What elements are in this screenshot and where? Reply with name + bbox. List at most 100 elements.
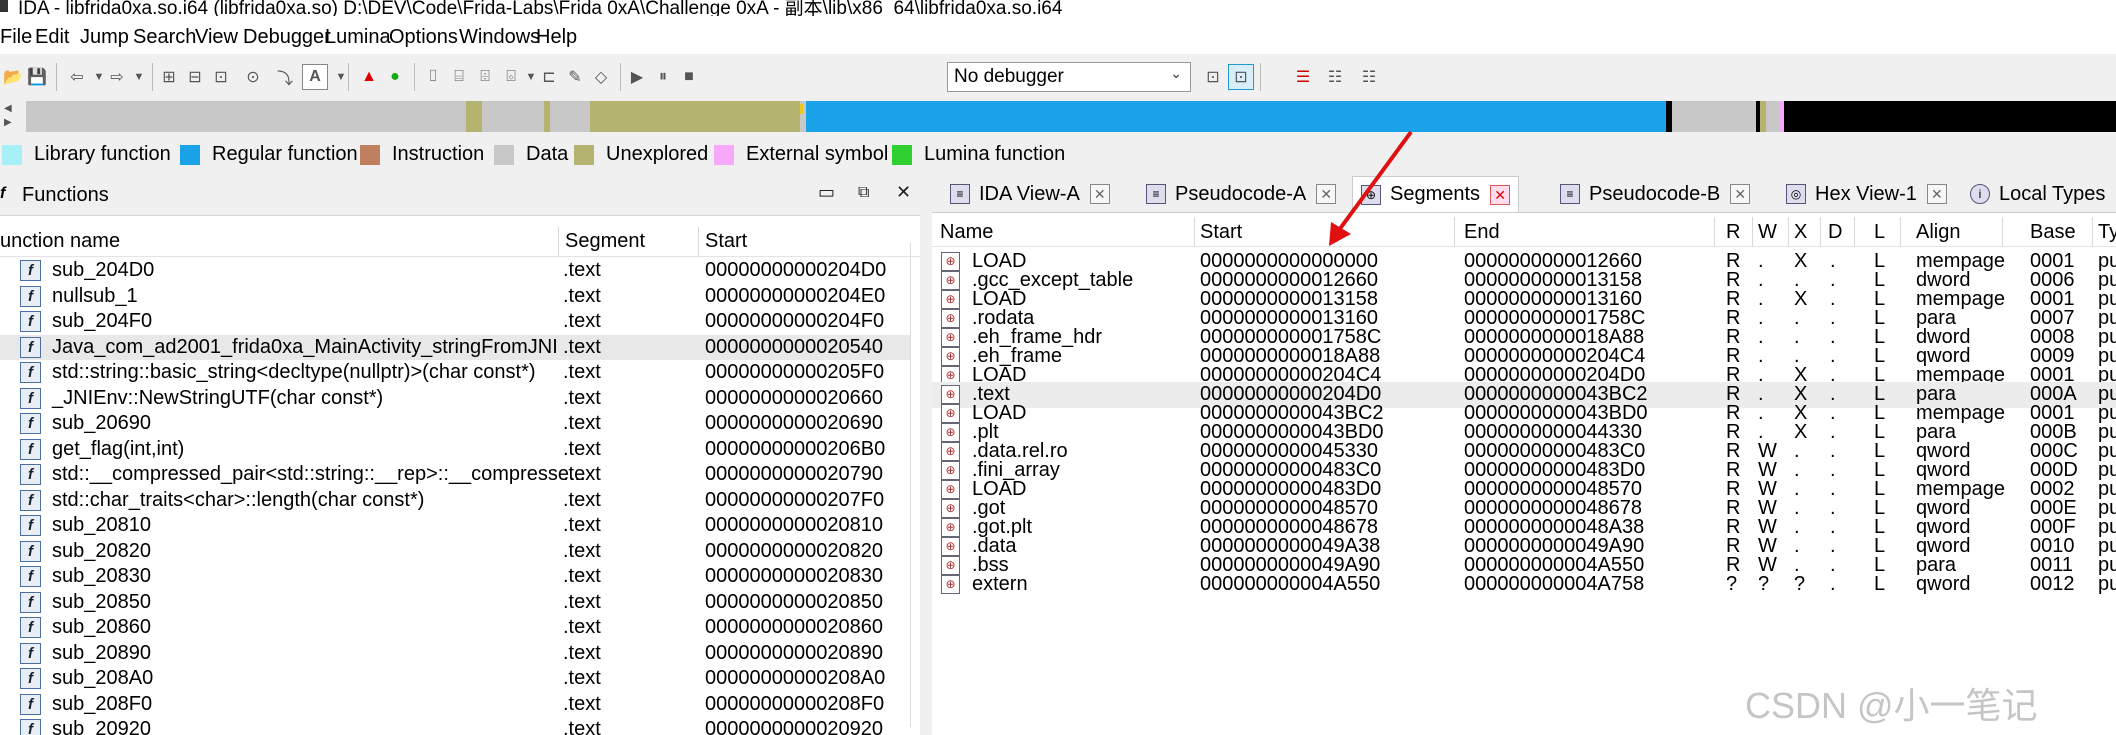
table-row[interactable]: f sub_20920 .text 0000000000020920 bbox=[0, 717, 910, 735]
table-row[interactable]: f sub_20690 .text 0000000000020690 bbox=[0, 411, 910, 437]
text-dropdown-icon[interactable]: ▼ bbox=[328, 64, 354, 90]
forward-dropdown-icon[interactable]: ▼ bbox=[126, 64, 152, 90]
float-icon[interactable]: ⧉ bbox=[858, 184, 869, 202]
menu-search[interactable]: Search bbox=[133, 26, 196, 49]
table-row[interactable]: f sub_208F0 .text 00000000000208F0 bbox=[0, 692, 910, 718]
close-icon[interactable]: ✕ bbox=[1316, 184, 1337, 204]
table-row[interactable]: f sub_204F0 .text 00000000000204F0 bbox=[0, 309, 910, 335]
data-icon[interactable]: ⌸ bbox=[446, 64, 472, 90]
nav-scroll-arrows-icon[interactable]: ◀ ▶ bbox=[4, 102, 12, 130]
undefine-icon[interactable]: ⊏ bbox=[536, 64, 562, 90]
table-row[interactable]: f sub_20860 .text 0000000000020860 bbox=[0, 615, 910, 641]
col-name[interactable]: Name bbox=[940, 221, 993, 244]
function-start: 0000000000020860 bbox=[705, 616, 883, 638]
col-end[interactable]: End bbox=[1464, 221, 1500, 244]
save-icon[interactable]: 💾 bbox=[24, 64, 50, 90]
close-icon[interactable]: ✕ bbox=[1926, 184, 1947, 204]
col-r[interactable]: R bbox=[1726, 221, 1740, 244]
table-row[interactable]: f _JNIEnv::NewStringUTF(char const*) .text… bbox=[0, 386, 910, 412]
menu-edit[interactable]: Edit bbox=[35, 26, 69, 49]
table-row[interactable]: f sub_208A0 .text 00000000000208A0 bbox=[0, 666, 910, 692]
trace-list-icon[interactable]: ☷ bbox=[1322, 64, 1348, 90]
close-icon[interactable]: ✕ bbox=[1730, 184, 1751, 204]
close-icon[interactable]: ✕ bbox=[896, 182, 911, 203]
tab-pseudocode-a[interactable]: ≡ Pseudocode-A ✕ bbox=[1146, 176, 1337, 212]
nav-cursor-marker bbox=[800, 104, 803, 114]
menu-jump[interactable]: Jump bbox=[80, 26, 129, 49]
table-row[interactable]: f sub_204D0 .text 00000000000204D0 bbox=[0, 258, 910, 284]
table-row-selected[interactable]: f Java_com_ad2001_frida0xa_MainActivity_s… bbox=[0, 334, 910, 360]
jump-icon[interactable]: ⤵ bbox=[272, 64, 298, 90]
tab-ida-view-a[interactable]: ≡ IDA View-A ✕ bbox=[950, 176, 1110, 212]
debug-options-icon[interactable]: ⊡ bbox=[1200, 64, 1226, 90]
table-row[interactable]: ⊕ extern 000000000004A550 000000000004A758?… bbox=[932, 572, 2116, 598]
strings-icon[interactable]: ⊟ bbox=[182, 64, 208, 90]
menu-windows[interactable]: Windows bbox=[459, 26, 540, 49]
legend-item: Lumina function bbox=[892, 143, 1065, 166]
col-function-name[interactable]: unction name bbox=[0, 230, 120, 253]
table-row[interactable]: f std::char_traits<char>::length(char con… bbox=[0, 488, 910, 514]
table-row[interactable]: f get_flag(int,int) .text 00000000000206B0 bbox=[0, 437, 910, 463]
table-row[interactable]: f nullsub_1 .text 00000000000204E0 bbox=[0, 284, 910, 310]
col-d[interactable]: D bbox=[1828, 221, 1842, 244]
menu-help[interactable]: Help bbox=[536, 26, 577, 49]
diamond-icon[interactable]: ◇ bbox=[588, 64, 614, 90]
nav-segment-unexplored bbox=[466, 101, 482, 132]
col-start[interactable]: Start bbox=[1200, 221, 1242, 244]
graph-view-icon[interactable]: ⊙ bbox=[240, 64, 266, 90]
table-row[interactable]: f std::string::basic_string<decltype(null… bbox=[0, 360, 910, 386]
scrollbar-track[interactable] bbox=[910, 242, 911, 727]
menu-view[interactable]: View bbox=[195, 26, 238, 49]
function-start: 00000000000208A0 bbox=[705, 667, 886, 689]
panel-splitter[interactable] bbox=[920, 170, 932, 735]
close-icon[interactable]: ✕ bbox=[1490, 184, 1511, 205]
debug-attach-icon[interactable]: ⊡ bbox=[1228, 64, 1254, 90]
edit-icon[interactable]: ✎ bbox=[562, 64, 588, 90]
segment-end: 000000000004A758 bbox=[1464, 573, 1645, 595]
tab-hex-view-1[interactable]: ◎ Hex View-1 ✕ bbox=[1786, 176, 1947, 212]
navigation-bar[interactable] bbox=[26, 101, 2116, 132]
col-w[interactable]: W bbox=[1758, 221, 1777, 244]
col-type[interactable]: Ty bbox=[2098, 221, 2116, 244]
table-row[interactable]: f sub_20830 .text 0000000000020830 bbox=[0, 564, 910, 590]
tab-pseudocode-b[interactable]: ≡ Pseudocode-B ✕ bbox=[1560, 176, 1751, 212]
stop-icon[interactable]: ■ bbox=[676, 64, 702, 90]
table-row[interactable]: f sub_20890 .text 0000000000020890 bbox=[0, 641, 910, 667]
col-l[interactable]: L bbox=[1874, 221, 1885, 244]
text-search-icon[interactable]: A bbox=[302, 64, 328, 90]
open-folder-icon[interactable]: 📂 bbox=[0, 64, 26, 90]
table-row[interactable]: f sub_20810 .text 0000000000020810 bbox=[0, 513, 910, 539]
function-segment: .text bbox=[563, 667, 601, 689]
close-icon[interactable]: ✕ bbox=[1089, 184, 1110, 204]
menu-lumina[interactable]: Lumina bbox=[325, 26, 391, 49]
tab-segments[interactable]: ⊕ Segments ✕ bbox=[1352, 176, 1520, 212]
ida-logo-icon bbox=[0, 0, 8, 12]
navigation-band[interactable]: ◀ ▶ bbox=[0, 99, 2116, 135]
start-debug-icon[interactable]: ▶ bbox=[624, 64, 650, 90]
struct-icon[interactable]: ⌹ bbox=[472, 64, 498, 90]
breakpoints-list-icon[interactable]: ☰ bbox=[1290, 64, 1316, 90]
col-base[interactable]: Base bbox=[2030, 221, 2076, 244]
col-x[interactable]: X bbox=[1794, 221, 1807, 244]
menu-debugger[interactable]: Debugger bbox=[243, 26, 331, 49]
menu-file[interactable]: File bbox=[0, 26, 32, 49]
segment-align: qword bbox=[1916, 573, 1971, 595]
pause-icon[interactable]: ⏸ bbox=[650, 64, 676, 90]
col-align[interactable]: Align bbox=[1916, 221, 1960, 244]
col-segment[interactable]: Segment bbox=[565, 230, 645, 253]
col-start[interactable]: Start bbox=[705, 230, 747, 253]
hex-view-icon[interactable]: ⊞ bbox=[156, 64, 182, 90]
menu-options[interactable]: Options bbox=[389, 26, 458, 49]
table-row[interactable]: f sub_20850 .text 0000000000020850 bbox=[0, 590, 910, 616]
breakpoint-icon[interactable]: ▲ bbox=[356, 64, 382, 90]
table-row[interactable]: f std::__compressed_pair<std::string::__r… bbox=[0, 462, 910, 488]
code-icon[interactable]: ⌷ bbox=[420, 64, 446, 90]
threads-list-icon[interactable]: ☷ bbox=[1356, 64, 1382, 90]
maximize-icon[interactable]: ▭ bbox=[818, 182, 835, 203]
tab-local-types[interactable]: i Local Types bbox=[1970, 176, 2105, 212]
names-icon[interactable]: ⊡ bbox=[208, 64, 234, 90]
function-icon: f bbox=[20, 362, 41, 383]
run-green-icon[interactable]: ● bbox=[382, 64, 408, 90]
debugger-select[interactable]: No debugger ⌄ bbox=[947, 62, 1191, 92]
table-row[interactable]: f sub_20820 .text 0000000000020820 bbox=[0, 539, 910, 565]
